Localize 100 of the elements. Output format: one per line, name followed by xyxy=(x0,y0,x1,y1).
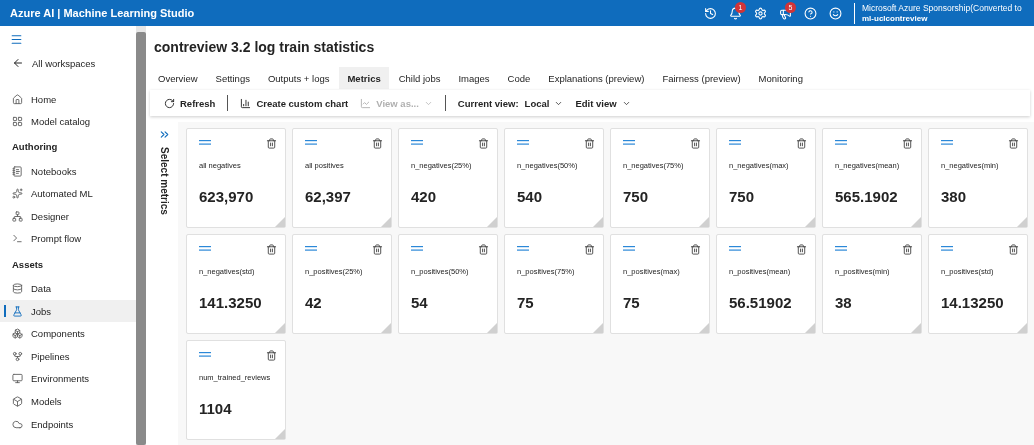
select-metrics-toggle[interactable]: Select metrics xyxy=(158,147,170,215)
help-icon xyxy=(803,6,817,20)
drag-handle-icon[interactable] xyxy=(729,140,741,146)
flask-icon xyxy=(12,305,23,317)
delete-icon[interactable] xyxy=(372,137,383,149)
nav-item[interactable]: Data xyxy=(0,277,136,300)
delete-icon[interactable] xyxy=(266,137,277,149)
resize-handle[interactable] xyxy=(275,429,285,439)
nav-item[interactable]: Jobs xyxy=(0,300,136,323)
notebook-icon xyxy=(12,165,23,177)
resize-handle[interactable] xyxy=(1017,323,1027,333)
tab[interactable]: Images xyxy=(450,67,498,89)
history-icon xyxy=(703,6,717,20)
delete-icon[interactable] xyxy=(902,137,913,149)
view-dropdown[interactable]: Local xyxy=(524,97,564,109)
nav-item[interactable]: Designer xyxy=(0,205,136,228)
metric-value: 42 xyxy=(305,294,323,311)
nav-item[interactable]: Prompt flow xyxy=(0,227,136,250)
drag-handle-icon[interactable] xyxy=(411,246,423,252)
tab[interactable]: Settings xyxy=(207,67,258,89)
sparkle-icon xyxy=(12,188,23,200)
delete-icon[interactable] xyxy=(902,243,913,255)
nav-item[interactable]: Models xyxy=(0,390,136,413)
edit-view-button[interactable]: Edit view xyxy=(575,97,631,109)
back-arrow-icon xyxy=(12,57,24,69)
drag-handle-icon[interactable] xyxy=(305,246,317,252)
back-link[interactable]: All workspaces xyxy=(0,52,136,74)
delete-icon[interactable] xyxy=(690,137,701,149)
metric-value: 750 xyxy=(729,188,756,205)
delete-icon[interactable] xyxy=(796,137,807,149)
nav-item[interactable]: Components xyxy=(0,322,136,345)
nav-item[interactable]: Model catalog xyxy=(0,110,136,133)
metric-value: 75 xyxy=(623,294,641,311)
delete-icon[interactable] xyxy=(266,243,277,255)
metric-value: 14.13250 xyxy=(941,294,1005,311)
metric-value: 380 xyxy=(941,188,968,205)
tab[interactable]: Overview xyxy=(150,67,206,89)
drag-handle-icon[interactable] xyxy=(835,246,847,252)
delete-icon[interactable] xyxy=(372,243,383,255)
tab[interactable]: Monitoring xyxy=(750,67,811,89)
line-chart-icon xyxy=(360,97,372,109)
delete-icon[interactable] xyxy=(478,243,489,255)
smiley-icon xyxy=(828,6,842,20)
drag-handle-icon[interactable] xyxy=(623,140,635,146)
delete-icon[interactable] xyxy=(796,243,807,255)
metric-value: 750 xyxy=(623,188,650,205)
drag-handle-icon[interactable] xyxy=(199,352,211,358)
section-heading: Assets xyxy=(11,257,45,272)
tab[interactable]: Explanations (preview) xyxy=(540,67,653,89)
subscription-name[interactable]: Microsoft Azure Sponsorship(Converted to xyxy=(862,2,1034,14)
nav-item[interactable]: Home xyxy=(0,88,136,110)
delete-icon[interactable] xyxy=(690,243,701,255)
metric-value: 56.51902 xyxy=(729,294,793,311)
nav-item[interactable]: Pipelines xyxy=(0,345,136,368)
metric-value: 540 xyxy=(517,188,544,205)
nav-item[interactable]: Automated ML xyxy=(0,182,136,205)
metric-value: 1104 xyxy=(199,400,233,417)
tab[interactable]: Metrics xyxy=(339,67,389,89)
drag-handle-icon[interactable] xyxy=(941,246,953,252)
drag-handle-icon[interactable] xyxy=(199,246,211,252)
app-title: Azure AI | Machine Learning Studio xyxy=(10,7,196,19)
refresh-button[interactable]: Refresh xyxy=(164,97,216,109)
section-heading: Authoring xyxy=(11,140,59,155)
nav-item[interactable]: Environments xyxy=(0,367,136,390)
refresh-icon xyxy=(164,97,175,109)
cloud-icon xyxy=(12,418,23,430)
delete-icon[interactable] xyxy=(584,243,595,255)
drag-handle-icon[interactable] xyxy=(517,140,529,146)
delete-icon[interactable] xyxy=(584,137,595,149)
drag-handle-icon[interactable] xyxy=(729,246,741,252)
scrollbar-thumb[interactable] xyxy=(136,32,146,445)
tab[interactable]: Code xyxy=(499,67,539,89)
home-icon xyxy=(12,93,23,105)
delete-icon[interactable] xyxy=(1008,243,1019,255)
nav-item[interactable]: Endpoints xyxy=(0,413,136,436)
metric-value: 75 xyxy=(517,294,535,311)
drag-handle-icon[interactable] xyxy=(941,140,953,146)
monitor-icon xyxy=(12,373,23,385)
workspace-name[interactable]: ml-uclcontreview xyxy=(862,13,1034,24)
menu-icon xyxy=(10,32,23,46)
delete-icon[interactable] xyxy=(266,349,277,361)
delete-icon[interactable] xyxy=(1008,137,1019,149)
drag-handle-icon[interactable] xyxy=(623,246,635,252)
drag-handle-icon[interactable] xyxy=(305,140,317,146)
bar-chart-icon xyxy=(240,97,252,109)
tab[interactable]: Outputs + logs xyxy=(259,67,338,89)
drag-handle-icon[interactable] xyxy=(199,140,211,146)
drag-handle-icon[interactable] xyxy=(411,140,423,146)
drag-handle-icon[interactable] xyxy=(835,140,847,146)
database-icon xyxy=(12,283,23,295)
delete-icon[interactable] xyxy=(478,137,489,149)
nav-item[interactable]: Notebooks xyxy=(0,160,136,183)
grid-icon xyxy=(12,116,23,128)
metric-value: 38 xyxy=(835,294,853,311)
tab[interactable]: Fairness (preview) xyxy=(654,67,749,89)
settings-icon xyxy=(753,6,767,20)
metric-value: 565.1902 xyxy=(835,188,899,205)
tab[interactable]: Child jobs xyxy=(390,67,449,89)
drag-handle-icon[interactable] xyxy=(517,246,529,252)
create-chart-button[interactable]: Create custom chart xyxy=(240,97,349,109)
